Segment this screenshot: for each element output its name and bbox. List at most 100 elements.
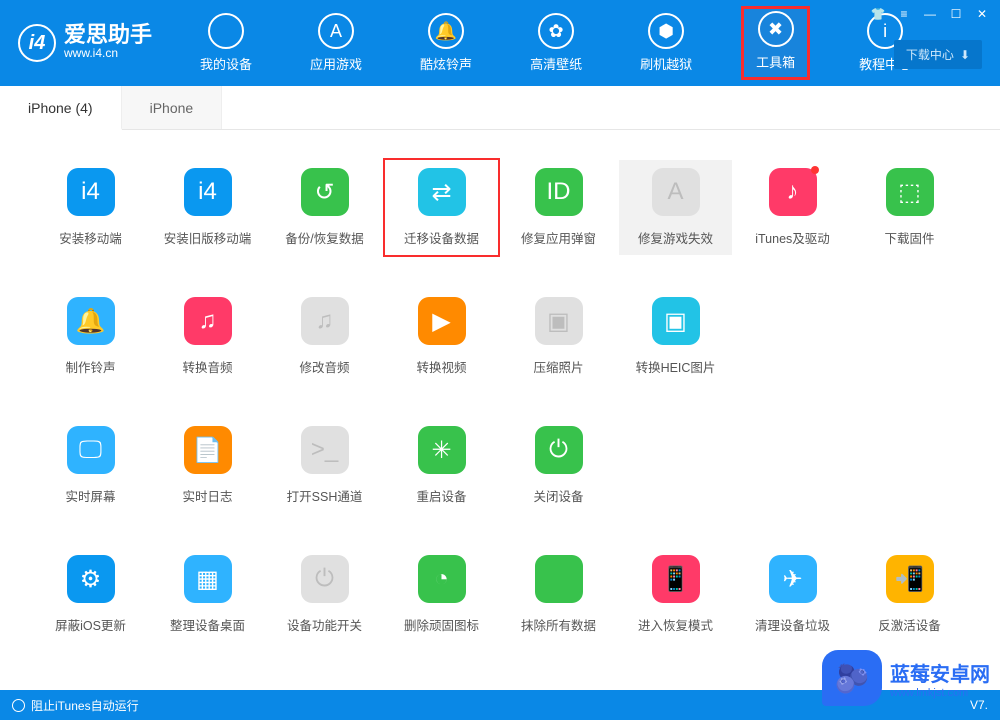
tool-block-ios-update[interactable]: ⚙屏蔽iOS更新 (34, 547, 147, 642)
tool-label: 压缩照片 (533, 357, 583, 376)
app-name: 爱思助手 (64, 24, 152, 46)
erase-all-icon (535, 555, 583, 603)
watermark-icon: 🫐 (822, 650, 882, 706)
open-ssh-icon: >_ (301, 426, 349, 474)
tool-convert-audio[interactable]: ♫ 转换音频 (151, 289, 264, 384)
tool-compress-photo[interactable]: ▣ 压缩照片 (502, 289, 615, 384)
make-ringtone-icon: 🔔 (67, 297, 115, 345)
nav-label: 刷机越狱 (640, 54, 692, 73)
tool-migrate-data[interactable]: ⇄迁移设备数据 (385, 160, 498, 255)
nav-device[interactable]: 我的设备 (192, 7, 260, 79)
flash-icon: ⬢ (648, 13, 684, 49)
nav-apps[interactable]: A应用游戏 (302, 7, 370, 79)
app-url: www.i4.cn (64, 46, 152, 62)
tool-convert-video[interactable]: ▶ 转换视频 (385, 289, 498, 384)
tool-label: 转换视频 (416, 357, 466, 376)
window-controls: 👕 ≡ — ☐ ✕ (868, 6, 992, 22)
watermark-en: www.lmkjst.com (890, 687, 990, 699)
install-mobile-icon: i4 (67, 168, 115, 216)
tool-label: 转换HEIC图片 (636, 357, 716, 376)
device-icon (208, 13, 244, 49)
tool-realtime-log[interactable]: 📄实时日志 (151, 418, 264, 513)
nav-ring[interactable]: 🔔酷炫铃声 (412, 7, 480, 79)
feature-toggle-icon: ⏻ (301, 555, 349, 603)
tool-shutdown-device[interactable]: ⏻关闭设备 (502, 418, 615, 513)
convert-video-icon: ▶ (418, 297, 466, 345)
tab-iphone[interactable]: iPhone (122, 86, 223, 129)
tool-label: 安装旧版移动端 (164, 228, 252, 247)
tool-label: 迁移设备数据 (404, 228, 479, 247)
tool-label: 下载固件 (884, 228, 934, 247)
tool-realtime-screen[interactable]: 🖵实时屏幕 (34, 418, 147, 513)
tool-deactivate[interactable]: 📲 反激活设备 (853, 547, 966, 642)
nav-flash[interactable]: ⬢ 刷机越狱 (632, 7, 700, 79)
tool-install-old-mobile[interactable]: i4 安装旧版移动端 (151, 160, 264, 255)
tool-label: 反激活设备 (878, 615, 941, 634)
nav-label: 应用游戏 (310, 54, 362, 73)
tool-open-ssh[interactable]: >_打开SSH通道 (268, 418, 381, 513)
tool-label: 抹除所有数据 (521, 615, 596, 634)
download-center-button[interactable]: 下载中心 ⬇ (894, 40, 982, 69)
tool-fix-popup[interactable]: ID修复应用弹窗 (502, 160, 615, 255)
reboot-device-icon: ✳ (418, 426, 466, 474)
install-old-mobile-icon: i4 (184, 168, 232, 216)
tool-fix-game[interactable]: A修复游戏失效 (619, 160, 732, 255)
clean-garbage-icon: ✈ (769, 555, 817, 603)
tool-backup-restore[interactable]: ↺备份/恢复数据 (268, 160, 381, 255)
modify-audio-icon: ♫ (301, 297, 349, 345)
tool-erase-all[interactable]: 抹除所有数据 (502, 547, 615, 642)
download-fw-icon: ⬚ (886, 168, 934, 216)
wall-icon: ✿ (538, 13, 574, 49)
recovery-mode-icon: 📱 (652, 555, 700, 603)
tool-install-mobile[interactable]: i4 安装移动端 (34, 160, 147, 255)
tool-label: 重启设备 (416, 486, 466, 505)
convert-heic-icon: ▣ (652, 297, 700, 345)
tool-recovery-mode[interactable]: 📱 进入恢复模式 (619, 547, 732, 642)
download-icon: ⬇ (960, 48, 970, 62)
tool-label: 删除顽固图标 (404, 615, 479, 634)
radio-icon (12, 699, 25, 712)
tool-label: iTunes及驱动 (755, 228, 830, 247)
nav-wall[interactable]: ✿ 高清壁纸 (522, 7, 590, 79)
tool-label: 进入恢复模式 (638, 615, 713, 634)
tool-label: 实时日志 (182, 486, 232, 505)
skin-icon[interactable]: 👕 (868, 6, 888, 22)
minimize-button[interactable]: — (920, 6, 940, 22)
tool-modify-audio[interactable]: ♫ 修改音频 (268, 289, 381, 384)
watermark-cn: 蓝莓安卓网 (890, 658, 990, 687)
fix-popup-icon: ID (535, 168, 583, 216)
convert-audio-icon: ♫ (184, 297, 232, 345)
deactivate-icon: 📲 (886, 555, 934, 603)
tool-convert-heic[interactable]: ▣ 转换HEIC图片 (619, 289, 732, 384)
tool-organize-desktop[interactable]: ▦整理设备桌面 (151, 547, 264, 642)
tool-clean-garbage[interactable]: ✈清理设备垃圾 (736, 547, 849, 642)
tool-label: 安装移动端 (59, 228, 122, 247)
nav-label: 高清壁纸 (530, 54, 582, 73)
tool-feature-toggle[interactable]: ⏻设备功能开关 (268, 547, 381, 642)
tool-del-stubborn-icon[interactable]: ◔ 删除顽固图标 (385, 547, 498, 642)
nav-toolbox[interactable]: ✖工具箱 (742, 7, 809, 79)
itunes-driver-icon: ♪ (769, 168, 817, 216)
close-button[interactable]: ✕ (972, 6, 992, 22)
tool-make-ringtone[interactable]: 🔔制作铃声 (34, 289, 147, 384)
logo-icon: i4 (18, 24, 56, 62)
tools-grid: i4 安装移动端 i4 安装旧版移动端 ↺备份/恢复数据⇄迁移设备数据ID修复应用弹窗A… (0, 130, 1000, 652)
tool-itunes-driver[interactable]: ♪ iTunes及驱动 (736, 160, 849, 255)
tool-reboot-device[interactable]: ✳ 重启设备 (385, 418, 498, 513)
block-itunes-toggle[interactable]: 阻止iTunes自动运行 (12, 697, 139, 714)
app-header: i4 爱思助手 www.i4.cn 我的设备 A应用游戏 🔔酷炫铃声 ✿ 高清壁纸 ⬢ 刷机… (0, 0, 1000, 86)
nav-label: 酷炫铃声 (420, 54, 472, 73)
tab-iphone4[interactable]: iPhone (4) (0, 86, 122, 130)
tool-download-fw[interactable]: ⬚ 下载固件 (853, 160, 966, 255)
tool-label: 转换音频 (182, 357, 232, 376)
tool-label: 修改音频 (299, 357, 349, 376)
nav-label: 我的设备 (200, 54, 252, 73)
maximize-button[interactable]: ☐ (946, 6, 966, 22)
tool-label: 备份/恢复数据 (285, 228, 363, 247)
block-ios-update-icon: ⚙ (67, 555, 115, 603)
compress-photo-icon: ▣ (535, 297, 583, 345)
update-badge (811, 166, 819, 174)
menu-icon[interactable]: ≡ (894, 6, 914, 22)
del-stubborn-icon-icon: ◔ (418, 555, 466, 603)
download-center-label: 下载中心 (906, 46, 954, 63)
